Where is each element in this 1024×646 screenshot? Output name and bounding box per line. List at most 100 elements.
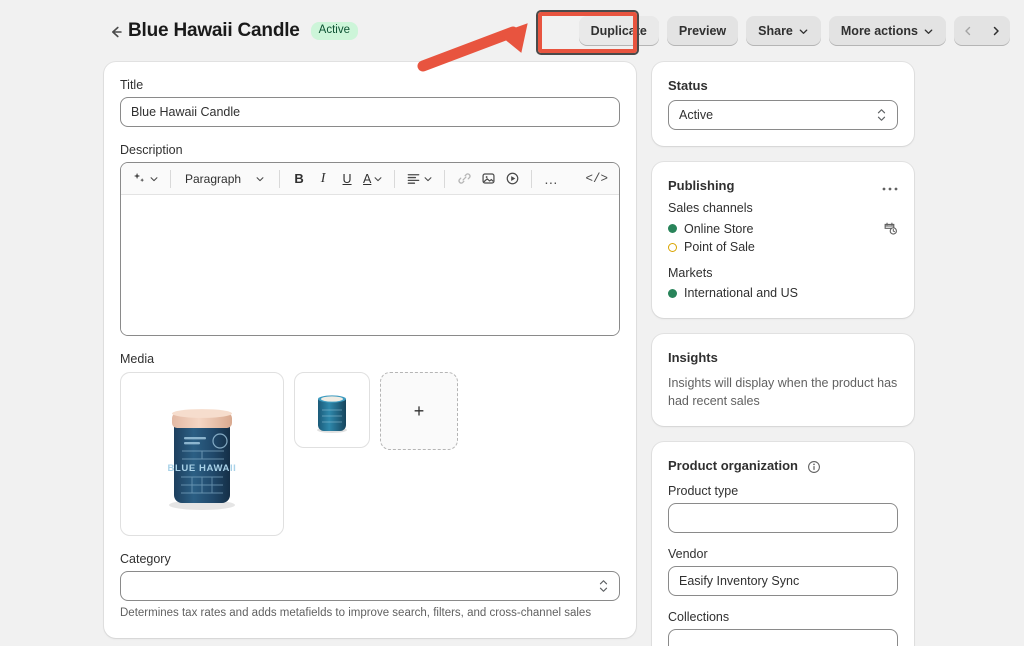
share-button[interactable]: Share [746, 16, 821, 46]
align-left-icon [408, 174, 420, 184]
next-product-button[interactable] [982, 16, 1010, 46]
collections-input[interactable] [668, 628, 898, 646]
page-content: Title Blue Hawaii Candle Description Par… [0, 62, 1024, 646]
add-media-button[interactable]: + [380, 372, 458, 450]
vendor-label: Vendor [668, 546, 708, 561]
chevron-down-icon [799, 28, 808, 34]
toolbar-divider [170, 169, 171, 188]
chevron-down-icon [374, 176, 382, 181]
description-editor[interactable]: Paragraph B I U A … </> [120, 162, 620, 336]
status-card-title: Status [668, 78, 708, 93]
block-format-label: Paragraph [185, 171, 242, 186]
more-options-button[interactable]: … [540, 167, 562, 191]
media-label: Media [120, 352, 155, 366]
status-value: Active [679, 108, 714, 122]
sales-channel-label: Online Store [684, 221, 754, 236]
link-button[interactable] [453, 167, 475, 191]
product-organization-card: Product organization Product type Vendor… [652, 442, 914, 646]
underline-button[interactable]: U [336, 167, 358, 191]
sparkle-icon [133, 172, 145, 183]
back-button[interactable] [106, 22, 126, 42]
title-input[interactable]: Blue Hawaii Candle [120, 97, 620, 127]
insert-image-button[interactable] [477, 167, 499, 191]
more-actions-button[interactable]: More actions [828, 16, 946, 46]
media-row: BLUE HAWAII + [120, 372, 620, 536]
italic-label: I [320, 170, 326, 186]
chevron-down-icon [424, 176, 432, 181]
vendor-group: Vendor Easify Inventory Sync [668, 547, 898, 596]
video-icon [506, 172, 519, 185]
page-header: Blue Hawaii Candle Active Duplicate Prev… [0, 0, 1024, 62]
organization-title: Product organization [668, 458, 798, 474]
code-view-label: </> [585, 171, 608, 186]
editor-toolbar: Paragraph B I U A … </> [121, 163, 619, 195]
product-details-card: Title Blue Hawaii Candle Description Par… [104, 62, 636, 638]
calendar-clock-icon[interactable] [883, 221, 898, 236]
organization-title-row: Product organization [668, 458, 898, 474]
underline-label: U [342, 171, 352, 186]
pagination [954, 16, 1010, 46]
candle-thumbnail-image [317, 395, 347, 433]
publishing-card: Publishing Sales channels Online Store P… [652, 162, 914, 318]
select-chevrons-icon [876, 108, 887, 122]
sales-channel-label: Point of Sale [684, 240, 755, 254]
status-card: Status Active [652, 62, 914, 146]
duplicate-button[interactable]: Duplicate [578, 16, 659, 46]
more-options-label: … [543, 170, 559, 187]
link-icon [458, 173, 471, 184]
toolbar-divider [531, 169, 533, 188]
status-dot-published-icon [668, 224, 677, 233]
sales-channels-label: Sales channels [668, 201, 753, 215]
image-icon [482, 173, 495, 184]
italic-button[interactable]: I [312, 167, 334, 191]
toolbar-divider [279, 169, 281, 188]
product-type-group: Product type [668, 484, 898, 533]
vendor-input[interactable]: Easify Inventory Sync [668, 565, 898, 596]
code-view-button[interactable]: </> [582, 167, 611, 191]
chevron-right-icon [993, 26, 999, 36]
description-label: Description [120, 143, 183, 157]
candle-image: BLUE HAWAII [168, 409, 237, 510]
info-icon[interactable] [807, 460, 821, 474]
arrow-left-icon [112, 26, 122, 38]
publishing-header: Publishing [668, 178, 898, 193]
media-group: Media BLUE HAWAII + [120, 352, 620, 536]
description-textarea[interactable] [121, 195, 619, 335]
insert-video-button[interactable] [501, 167, 523, 191]
publishing-title: Publishing [668, 178, 735, 193]
page-title: Blue Hawaii Candle [128, 20, 300, 41]
text-color-label: A [363, 171, 372, 186]
sales-channel-point-of-sale[interactable]: Point of Sale [668, 238, 898, 256]
svg-text:BLUE HAWAII: BLUE HAWAII [168, 463, 237, 474]
bold-button[interactable]: B [288, 167, 310, 191]
market-international-and-us[interactable]: International and US [668, 284, 898, 302]
status-select[interactable]: Active [668, 100, 898, 130]
sales-channel-online-store[interactable]: Online Store [668, 219, 898, 238]
toolbar-divider [394, 169, 396, 188]
text-color-button[interactable]: A [360, 167, 386, 191]
ellipsis-icon [882, 187, 898, 190]
media-item-primary[interactable]: BLUE HAWAII [120, 372, 284, 536]
select-chevrons-icon [598, 579, 609, 593]
chevron-down-icon [256, 176, 264, 181]
media-item-secondary[interactable] [294, 372, 370, 448]
category-label: Category [120, 552, 171, 566]
bold-label: B [294, 171, 304, 186]
product-type-input[interactable] [668, 502, 898, 533]
align-button[interactable] [403, 167, 436, 191]
category-select[interactable] [120, 571, 620, 601]
block-format-dropdown[interactable]: Paragraph [179, 167, 271, 191]
product-type-label: Product type [668, 483, 739, 498]
chevron-down-icon [150, 176, 158, 181]
preview-button[interactable]: Preview [666, 16, 739, 46]
status-dot-partial-icon [668, 242, 677, 252]
collections-label: Collections [668, 609, 730, 624]
publishing-menu-button[interactable] [882, 179, 898, 193]
previous-product-button[interactable] [954, 16, 982, 46]
magic-icon[interactable] [129, 167, 162, 191]
title-label: Title [120, 78, 144, 92]
status-dot-published-icon [668, 288, 677, 298]
description-field-group: Description Paragraph B I U A … </> [120, 143, 620, 336]
insights-card: Insights Insights will display when the … [652, 334, 914, 427]
insights-body: Insights will display when the product h… [668, 376, 898, 409]
